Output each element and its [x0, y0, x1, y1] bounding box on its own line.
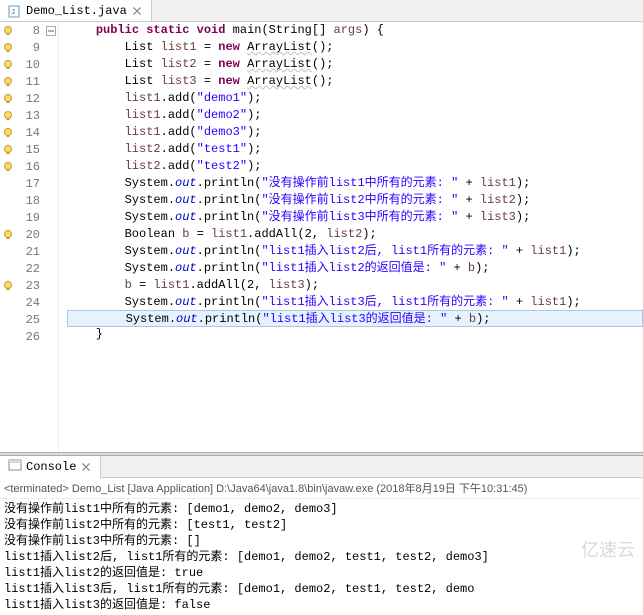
gutter-row: 9	[0, 39, 58, 56]
console-line: list1插入list3的返回值是: false	[4, 597, 639, 613]
code-line[interactable]: b = list1.addAll(2, list3);	[67, 277, 643, 294]
java-file-icon: J	[8, 4, 22, 18]
editor-tab[interactable]: J Demo_List.java	[0, 0, 152, 21]
gutter-row: 10	[0, 56, 58, 73]
code-line[interactable]: System.out.println("没有操作前list3中所有的元素: " …	[67, 209, 643, 226]
code-line[interactable]: Boolean b = list1.addAll(2, list2);	[67, 226, 643, 243]
console-tab-label: Console	[26, 460, 76, 474]
gutter-row: 23	[0, 277, 58, 294]
gutter-row: 22	[0, 260, 58, 277]
lightbulb-icon[interactable]	[0, 127, 16, 139]
gutter-row: 18	[0, 192, 58, 209]
gutter-row: 15	[0, 141, 58, 158]
code-area[interactable]: public static void main(String[] args) {…	[59, 22, 643, 452]
line-number: 17	[16, 177, 44, 191]
code-line[interactable]: System.out.println("list1插入list2的返回值是: "…	[67, 260, 643, 277]
code-line[interactable]: System.out.println("list1插入list2后, list1…	[67, 243, 643, 260]
console-output[interactable]: 没有操作前list1中所有的元素: [demo1, demo2, demo3]没…	[0, 499, 643, 615]
gutter-row: 14	[0, 124, 58, 141]
line-number: 25	[16, 313, 44, 327]
code-line[interactable]: System.out.println("没有操作前list1中所有的元素: " …	[67, 175, 643, 192]
close-icon[interactable]	[80, 461, 92, 473]
line-number: 14	[16, 126, 44, 140]
lightbulb-icon[interactable]	[0, 25, 16, 37]
console-line: 没有操作前list3中所有的元素: []	[4, 533, 639, 549]
line-number: 8	[16, 24, 44, 38]
line-number: 9	[16, 41, 44, 55]
line-number: 24	[16, 296, 44, 310]
code-line[interactable]: list1.add("demo1");	[67, 90, 643, 107]
line-number: 18	[16, 194, 44, 208]
code-editor[interactable]: 8 9 10 11 12 13 14 15 16 17 18 19 20 21 22 23 24 25 26 pub…	[0, 22, 643, 452]
gutter-row: 17	[0, 175, 58, 192]
close-icon[interactable]	[131, 5, 143, 17]
code-line[interactable]: public static void main(String[] args) {	[67, 22, 643, 39]
console-line: 没有操作前list2中所有的元素: [test1, test2]	[4, 517, 639, 533]
editor-gutter: 8 9 10 11 12 13 14 15 16 17 18 19 20 21 22 23 24 25 26	[0, 22, 59, 452]
gutter-row: 8	[0, 22, 58, 39]
code-line[interactable]: }	[67, 326, 643, 343]
line-number: 26	[16, 330, 44, 344]
line-number: 10	[16, 58, 44, 72]
fold-minus-icon[interactable]	[44, 26, 58, 36]
lightbulb-icon[interactable]	[0, 280, 16, 292]
gutter-row: 24	[0, 294, 58, 311]
gutter-row: 25	[0, 311, 58, 328]
lightbulb-icon[interactable]	[0, 144, 16, 156]
lightbulb-icon[interactable]	[0, 42, 16, 54]
gutter-row: 11	[0, 73, 58, 90]
line-number: 22	[16, 262, 44, 276]
line-number: 11	[16, 75, 44, 89]
lightbulb-icon[interactable]	[0, 161, 16, 173]
code-line[interactable]: System.out.println("没有操作前list2中所有的元素: " …	[67, 192, 643, 209]
console-line: list1插入list2的返回值是: true	[4, 565, 639, 581]
code-line[interactable]: List list2 = new ArrayList();	[67, 56, 643, 73]
code-line[interactable]: List list3 = new ArrayList();	[67, 73, 643, 90]
lightbulb-icon[interactable]	[0, 76, 16, 88]
gutter-row: 19	[0, 209, 58, 226]
line-number: 16	[16, 160, 44, 174]
lightbulb-icon[interactable]	[0, 93, 16, 105]
console-header: <terminated> Demo_List [Java Application…	[0, 478, 643, 499]
gutter-row: 26	[0, 328, 58, 345]
gutter-row: 21	[0, 243, 58, 260]
line-number: 12	[16, 92, 44, 106]
lightbulb-icon[interactable]	[0, 59, 16, 71]
line-number: 19	[16, 211, 44, 225]
console-line: list1插入list3后, list1所有的元素: [demo1, demo2…	[4, 581, 639, 597]
gutter-row: 20	[0, 226, 58, 243]
line-number: 20	[16, 228, 44, 242]
code-line[interactable]: List list1 = new ArrayList();	[67, 39, 643, 56]
gutter-row: 12	[0, 90, 58, 107]
code-line[interactable]: list1.add("demo3");	[67, 124, 643, 141]
watermark-logo: 亿速云	[581, 536, 635, 562]
console-tab[interactable]: Console	[0, 456, 101, 478]
line-number: 15	[16, 143, 44, 157]
line-number: 13	[16, 109, 44, 123]
editor-tab-bar: J Demo_List.java	[0, 0, 643, 22]
lightbulb-icon[interactable]	[0, 110, 16, 122]
gutter-row: 13	[0, 107, 58, 124]
console-line: 没有操作前list1中所有的元素: [demo1, demo2, demo3]	[4, 501, 639, 517]
editor-tab-label: Demo_List.java	[26, 4, 127, 18]
line-number: 21	[16, 245, 44, 259]
lightbulb-icon[interactable]	[0, 229, 16, 241]
console-tab-bar: Console	[0, 456, 643, 478]
code-line[interactable]: System.out.println("list1插入list3的返回值是: "…	[67, 310, 643, 327]
svg-text:J: J	[11, 9, 15, 17]
code-line[interactable]: list2.add("test1");	[67, 141, 643, 158]
code-line[interactable]: System.out.println("list1插入list3后, list1…	[67, 294, 643, 311]
console-icon	[8, 458, 22, 476]
line-number: 23	[16, 279, 44, 293]
console-line: list1插入list2后, list1所有的元素: [demo1, demo2…	[4, 549, 639, 565]
code-line[interactable]: list1.add("demo2");	[67, 107, 643, 124]
gutter-row: 16	[0, 158, 58, 175]
code-line[interactable]: list2.add("test2");	[67, 158, 643, 175]
